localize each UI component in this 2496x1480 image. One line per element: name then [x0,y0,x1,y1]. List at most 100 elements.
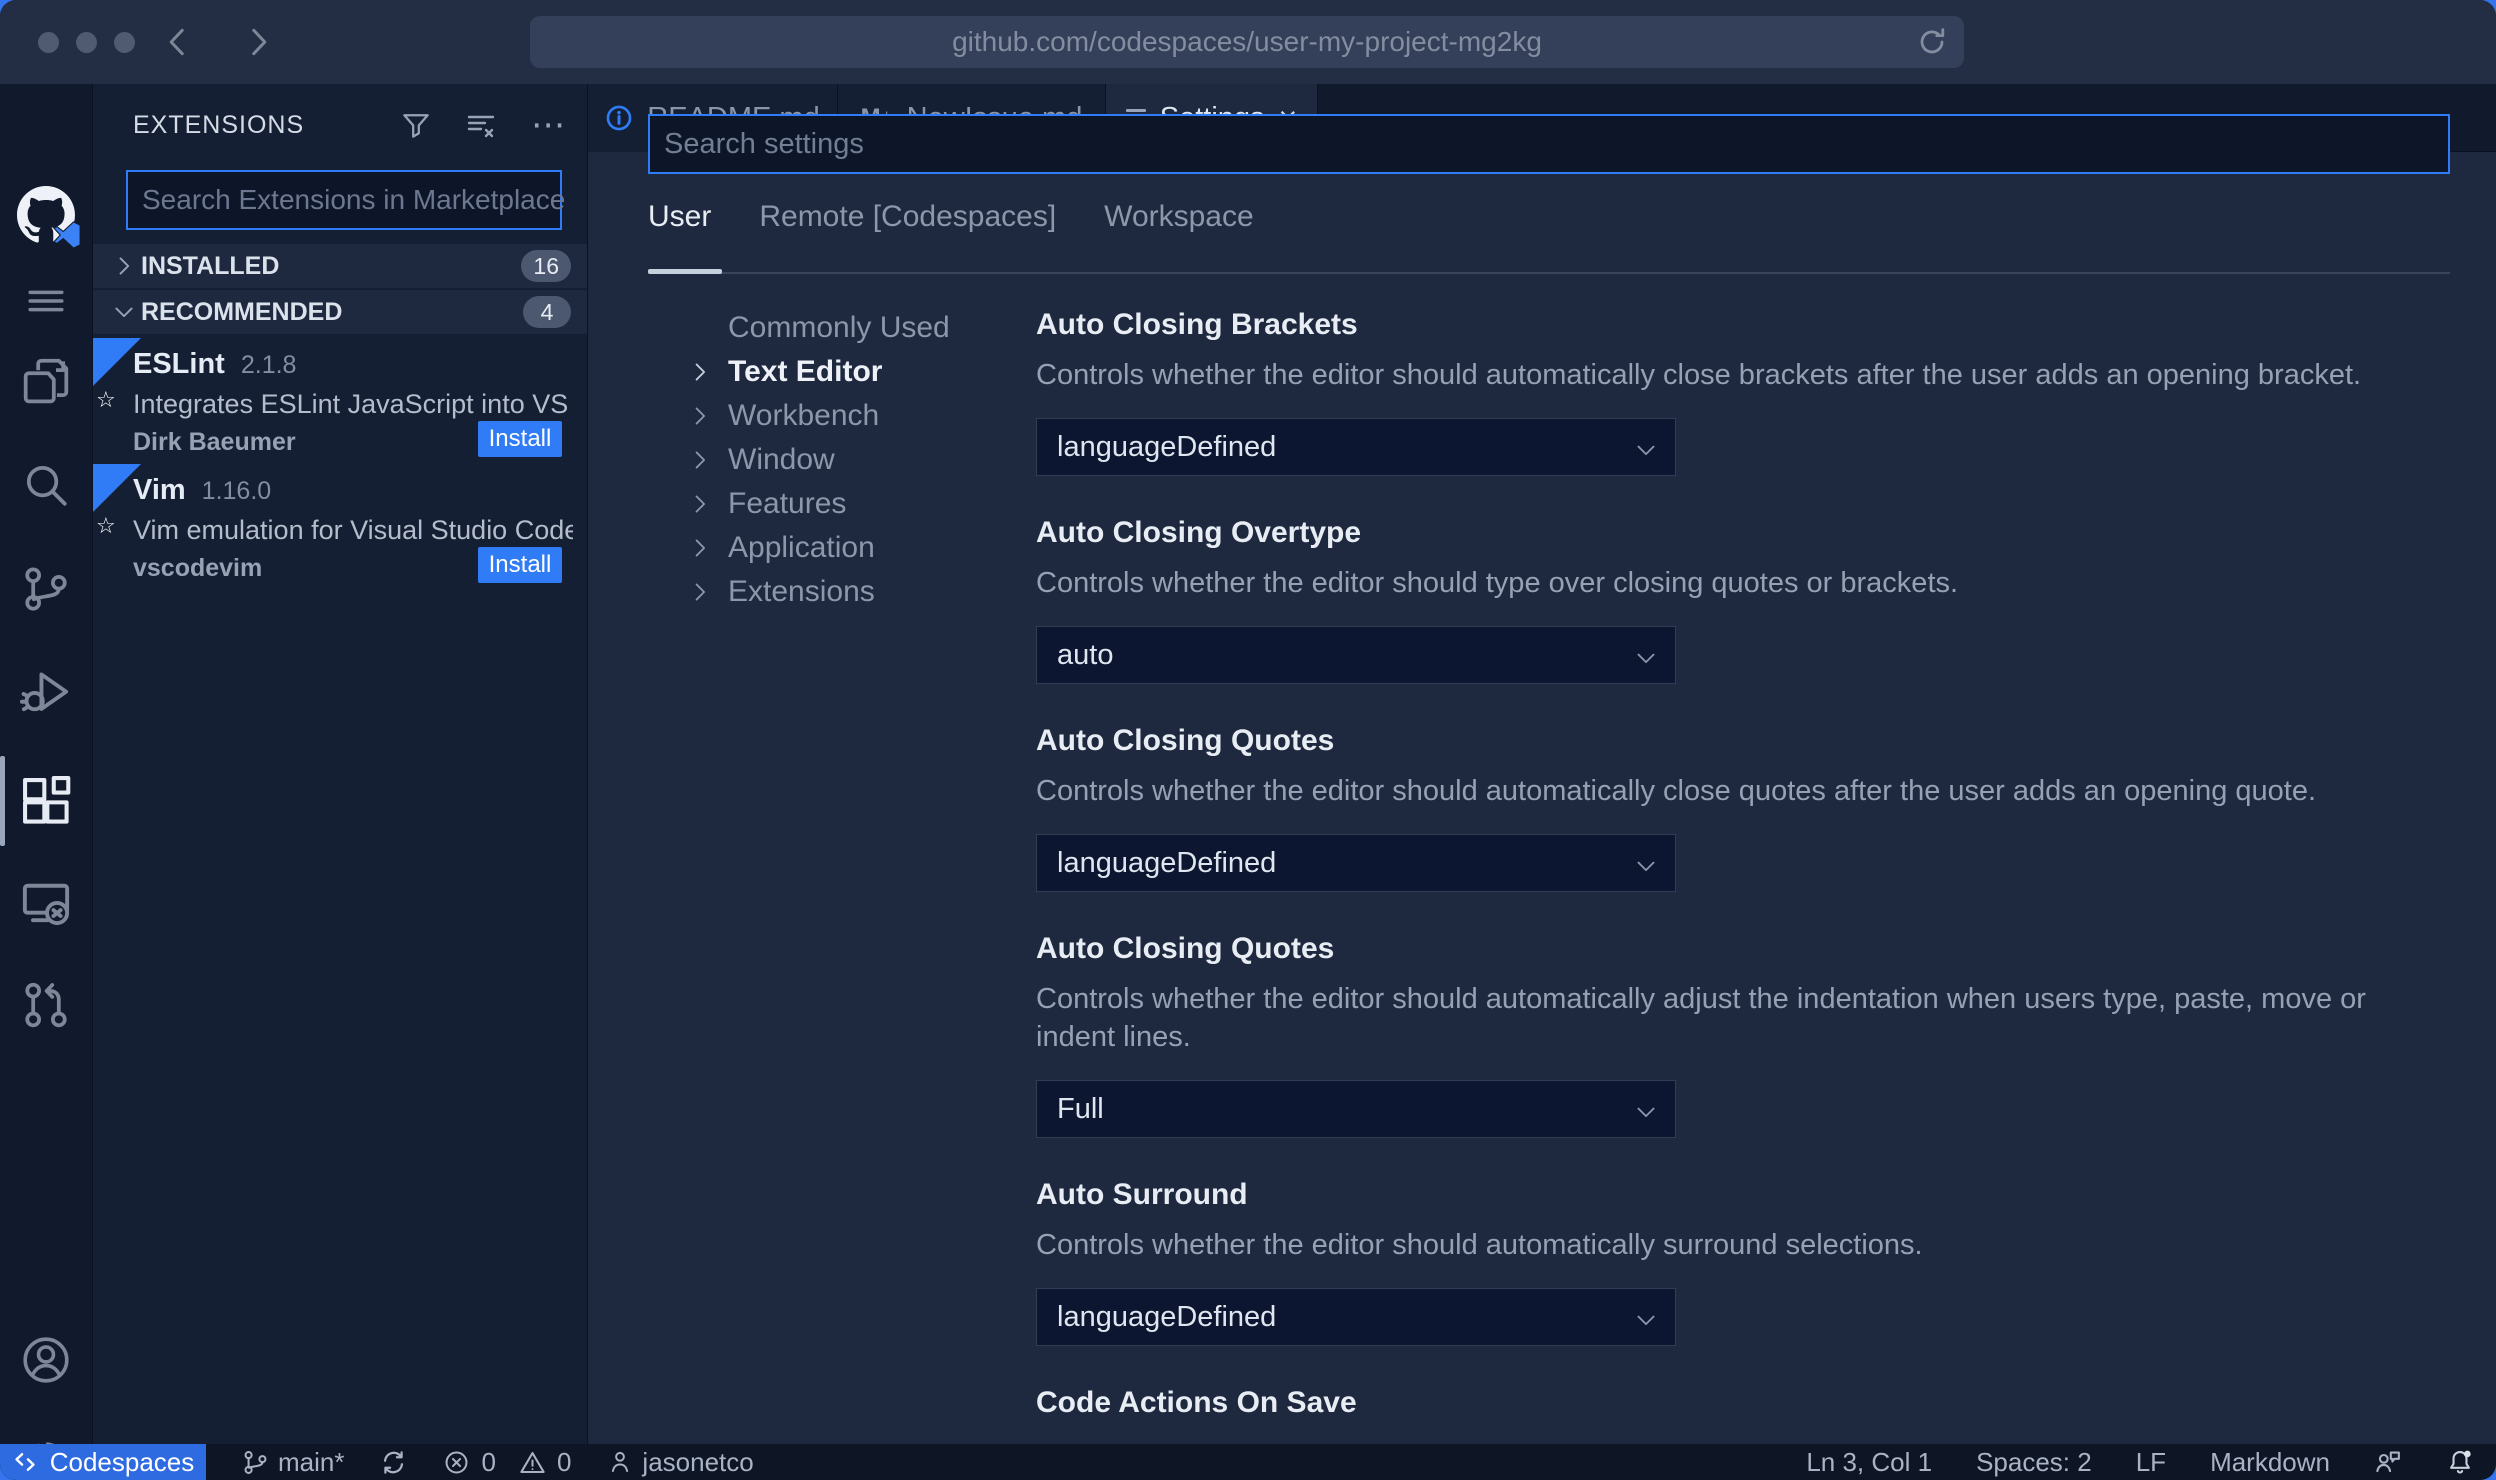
setting-title: Auto Closing Quotes [1036,724,1335,757]
url-text: github.com/codespaces/user-my-project-mg… [952,26,1542,57]
problems-indicator[interactable]: 0 0 [443,1447,571,1478]
setting-auto-closing-quotes: Auto Closing Quotes Controls whether the… [1036,722,2450,892]
chevron-down-icon [1635,1309,1657,1331]
chevron-down-icon [1635,1101,1657,1123]
star-icon: ☆ [96,387,116,412]
chevron-right-icon [688,581,712,603]
search-icon[interactable] [0,460,92,510]
codespaces-logo-icon[interactable] [0,186,92,249]
forward-button[interactable] [238,22,278,62]
setting-description: Controls whether the editor should autom… [1036,983,2366,1053]
sync-indicator[interactable] [380,1449,407,1476]
scope-tab-user[interactable]: User [648,200,711,242]
setting-dropdown[interactable]: Full [1036,1080,1676,1138]
setting-title: Auto Closing Brackets [1036,308,1358,341]
extension-publisher: Dirk Baeumer [133,428,296,456]
run-debug-icon[interactable] [0,666,92,718]
chevron-down-icon [1635,439,1657,461]
chevron-down-icon [1635,855,1657,877]
extension-item-eslint[interactable]: ☆ ESLint 2.1.8 Integrates ESLint JavaScr… [93,338,587,463]
install-button[interactable]: Install [478,421,562,457]
extension-version: 1.16.0 [201,477,272,505]
user-indicator[interactable]: jasonetco [607,1447,754,1478]
maximize-window-icon[interactable] [114,32,135,53]
setting-title: Code Actions On Save [1036,1386,1357,1419]
chevron-right-icon [688,361,712,383]
editor-area: README.md M↓ NewIssue.md Settings × Sear… [588,84,2496,1444]
extensions-search-input[interactable]: Search Extensions in Marketplace [126,170,565,230]
toc-application[interactable]: Application [688,526,1036,570]
scope-tab-remote[interactable]: Remote [Codespaces] [759,200,1056,242]
setting-dropdown[interactable]: languageDefined [1036,418,1676,476]
cursor-position[interactable]: Ln 3, Col 1 [1806,1447,1932,1478]
settings-list: Auto Closing Brackets Controls whether t… [1036,290,2450,1444]
chevron-right-icon [688,405,712,427]
git-branch-icon [244,1450,267,1474]
remote-indicator[interactable]: Codespaces [0,1444,206,1480]
setting-title: Auto Closing Overtype [1036,516,1362,549]
activity-bar [0,84,93,1480]
traffic-lights[interactable] [38,32,135,53]
toc-workbench[interactable]: Workbench [688,394,1036,438]
settings-search-placeholder: Search settings [664,127,864,160]
chevron-right-icon [688,449,712,471]
chevron-down-icon [1635,647,1657,669]
chevron-right-icon [688,537,712,559]
error-icon [446,1451,468,1473]
account-icon[interactable] [0,1334,92,1386]
extension-version: 2.1.8 [240,351,297,379]
feedback-icon[interactable] [2374,1448,2402,1476]
toc-commonly-used[interactable]: Commonly Used [688,306,1036,350]
scope-tabs-rule [648,272,2450,274]
extension-name: ESLint [133,348,225,380]
toc-extensions[interactable]: Extensions [688,570,1036,614]
status-bar: Codespaces main* 0 0 jasonetco Ln 3, Col… [0,1444,2496,1480]
person-icon [612,1451,629,1473]
star-icon: ☆ [96,513,116,538]
settings-search-input[interactable]: Search settings [648,114,2450,174]
menu-icon[interactable] [0,278,92,324]
pull-requests-icon[interactable] [0,980,92,1030]
setting-dropdown[interactable]: languageDefined [1036,1288,1676,1346]
setting-description: Controls whether the editor should autom… [1036,1229,1923,1261]
setting-auto-closing-quotes-2: Auto Closing Quotes Controls whether the… [1036,930,2450,1138]
url-bar[interactable]: github.com/codespaces/user-my-project-mg… [530,16,1964,68]
indentation[interactable]: Spaces: 2 [1976,1447,2092,1478]
explorer-icon[interactable] [0,356,92,406]
installed-count-badge: 16 [521,250,571,282]
setting-dropdown[interactable]: auto [1036,626,1676,684]
section-recommended[interactable]: RECOMMENDED 4 [93,290,587,334]
minimize-window-icon[interactable] [76,32,97,53]
back-button[interactable] [158,22,198,62]
eol-sequence[interactable]: LF [2136,1447,2166,1478]
extension-description: Vim emulation for Visual Studio Code... [133,515,573,545]
setting-description: Controls whether the editor should type … [1036,567,1959,599]
reload-icon[interactable] [1916,26,1948,58]
toc-features[interactable]: Features [688,482,1036,526]
remote-explorer-icon[interactable] [0,876,92,928]
setting-dropdown[interactable]: languageDefined [1036,834,1676,892]
info-icon [606,105,632,131]
setting-code-actions-on-save: Code Actions On Save [1036,1384,2450,1422]
setting-description: Controls whether the editor should autom… [1036,775,2317,807]
extension-name: Vim [133,474,186,506]
more-actions-icon[interactable]: ⋯ [531,108,565,142]
extensions-icon[interactable] [0,774,92,828]
toc-window[interactable]: Window [688,438,1036,482]
install-button[interactable]: Install [478,547,562,583]
notifications-bell-icon[interactable] [2446,1448,2474,1476]
chevron-right-icon [109,255,139,277]
filter-icon[interactable] [401,110,431,140]
settings-scope-tabs: User Remote [Codespaces] Workspace [648,200,1254,242]
extension-item-vim[interactable]: ☆ Vim 1.16.0 Vim emulation for Visual St… [93,464,587,589]
clear-extensions-search-icon[interactable] [465,109,497,141]
scope-tab-workspace[interactable]: Workspace [1104,200,1254,242]
source-control-icon[interactable] [0,564,92,614]
branch-indicator[interactable]: main* [242,1447,344,1478]
close-window-icon[interactable] [38,32,59,53]
active-scope-underline [648,269,722,274]
toc-text-editor[interactable]: Text Editor [688,350,1036,394]
section-installed[interactable]: INSTALLED 16 [93,244,587,288]
language-mode[interactable]: Markdown [2210,1447,2330,1478]
chevron-down-icon [109,301,139,323]
